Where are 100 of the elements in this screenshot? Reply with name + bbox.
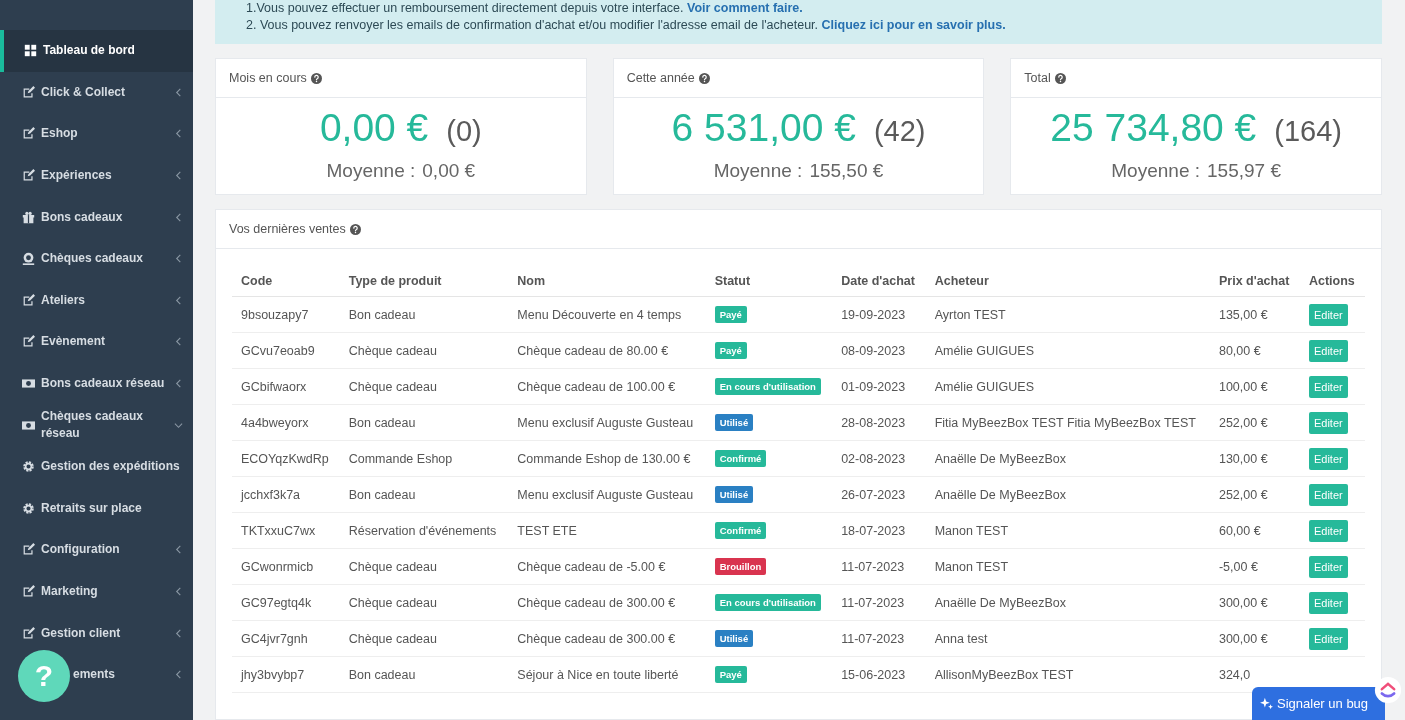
sidebar-item[interactable]: Configuration [0, 529, 193, 571]
table-cell: Bon cadeau [339, 404, 509, 441]
edit-icon [22, 585, 35, 598]
table-cell: 9bsouzapy7 [232, 296, 340, 333]
table-cell: AllisonMyBeezBox TEST [925, 656, 1210, 693]
info-link[interactable]: Voir comment faire. [687, 1, 803, 15]
table-cell: Bon cadeau [339, 476, 509, 513]
sidebar-item[interactable]: Click & Collect [0, 71, 193, 114]
gear-icon [22, 501, 35, 515]
sidebar-item[interactable]: Bons cadeaux réseau [0, 362, 193, 405]
grid-icon [24, 44, 37, 58]
sidebar-item[interactable]: Bons cadeaux [0, 196, 193, 238]
table-cell: 01-09-2023 [832, 368, 926, 405]
table-cell: GCwonrmicb [232, 548, 340, 585]
stat-count: (0) [446, 115, 482, 148]
table-cell: Chèque cadeau de 100.00 € [508, 368, 706, 405]
sidebar-item[interactable]: Tableau de bord [0, 30, 193, 72]
help-icon [349, 223, 361, 235]
sidebar-item[interactable]: Marketing [0, 570, 193, 613]
table-cell: Bon cadeau [339, 656, 509, 693]
sidebar-item[interactable]: Chèques cadeaux [0, 237, 193, 280]
column-header: Prix d'achat [1209, 261, 1300, 297]
info-text: 1.Vous pouvez effectuer un remboursement directement depuis votre interface. Voir comment faire. [246, 0, 804, 17]
sidebar-item[interactable]: ements [73, 653, 193, 696]
money-icon [22, 418, 35, 432]
average-value: 0,00 € [422, 160, 476, 182]
table-cell: Chèque cadeau [339, 620, 509, 657]
status-badge: Confirmé [714, 450, 767, 467]
coin-icon [22, 252, 35, 266]
table-cell: 28-08-2023 [832, 404, 926, 441]
table-cell: 60,00 € [1209, 512, 1300, 549]
logo-icon[interactable] [1374, 676, 1402, 704]
table-cell: 26-07-2023 [832, 476, 926, 513]
card-title: Total [1024, 71, 1051, 85]
table-cell: 252,00 € [1209, 404, 1300, 441]
sidebar-item[interactable]: Chèques cadeaux réseau [0, 404, 193, 446]
sidebar-item[interactable]: Evènement [0, 321, 193, 363]
edit-icon [22, 543, 35, 557]
table-cell: Chèque cadeau [339, 548, 509, 585]
table-cell: 252,00 € [1209, 476, 1300, 513]
table-cell: Chèque cadeau de 300.00 € [508, 620, 706, 657]
table-cell: 100,00 € [1209, 368, 1300, 405]
stat-amount: 0,00 € [319, 106, 429, 150]
table-cell: -5,00 € [1209, 548, 1300, 585]
average-value: 155,97 € [1207, 160, 1281, 182]
sidebar-item[interactable]: Eshop [0, 113, 193, 155]
sidebar-item[interactable]: Gestion des expéditions [0, 445, 193, 488]
table-cell: 135,00 € [1209, 296, 1300, 333]
status-badge: Utilisé [714, 414, 754, 431]
money-icon [22, 377, 35, 391]
average-label: Moyenne : [326, 160, 416, 182]
table-cell: Fitia MyBeezBox TEST Fitia MyBeezBox TEST [925, 404, 1210, 441]
table-cell: 15-06-2023 [832, 656, 926, 693]
edit-icon [22, 293, 35, 307]
sidebar-item[interactable]: Expériences [0, 154, 193, 197]
table-cell: Chèque cadeau de 300.00 € [508, 584, 706, 621]
sidebar-item[interactable]: Retraits sur place [0, 487, 193, 530]
edit-icon [22, 626, 35, 640]
table-cell: 19-09-2023 [832, 296, 926, 333]
column-header: Actions [1299, 261, 1365, 297]
report-bug-button[interactable]: Signaler un bug [1252, 687, 1385, 720]
table-cell: Amélie GUIGUES [925, 332, 1210, 369]
table-cell: jhy3bvybp7 [232, 656, 340, 693]
table-cell: Anaëlle De MyBeezBox [925, 440, 1210, 477]
average-value: 155,50 € [809, 160, 884, 182]
column-header: Type de produit [339, 261, 509, 297]
table-cell: Chèque cadeau [339, 368, 509, 405]
table-cell: GCbifwaorx [232, 368, 340, 405]
table-cell: Séjour à Nice en toute liberté [508, 656, 706, 693]
help-icon [698, 72, 710, 84]
status-badge: En cours d'utilisation [714, 378, 821, 395]
table-cell: 11-07-2023 [832, 620, 926, 657]
sparkle-icon [1260, 697, 1273, 710]
table-cell: GC97egtq4k [232, 584, 340, 621]
status-badge: Confirmé [714, 522, 767, 539]
column-header: Code [232, 261, 340, 297]
table-cell: Anaëlle De MyBeezBox [925, 584, 1210, 621]
info-link[interactable]: Cliquez ici pour en savoir plus. [821, 18, 1006, 32]
table-cell: 11-07-2023 [832, 548, 926, 585]
column-header: Acheteur [925, 261, 1210, 297]
table-cell: Manon TEST [925, 548, 1210, 585]
table-cell: Anna test [925, 620, 1210, 657]
table-cell: Commande Eshop de 130.00 € [508, 440, 706, 477]
sidebar-item[interactable]: Ateliers [0, 279, 193, 322]
help-icon [1054, 72, 1066, 84]
table-cell: Commande Eshop [339, 440, 509, 477]
table-cell: Menu exclusif Auguste Gusteau [508, 404, 706, 441]
edit-icon [22, 169, 35, 183]
stat-amount: 25 734,80 € [1050, 106, 1257, 150]
gift-icon [22, 210, 35, 224]
column-header: Date d'achat [832, 261, 926, 297]
table-cell: 02-08-2023 [832, 440, 926, 477]
average-label: Moyenne : [713, 160, 803, 182]
table-cell: Amélie GUIGUES [925, 368, 1210, 405]
table-cell: 130,00 € [1209, 440, 1300, 477]
status-badge: Payé [714, 666, 747, 683]
status-badge: Payé [714, 306, 747, 323]
help-icon [310, 72, 322, 84]
stat-amount: 6 531,00 € [671, 106, 856, 150]
table-cell: Menu exclusif Auguste Gusteau [508, 476, 706, 513]
